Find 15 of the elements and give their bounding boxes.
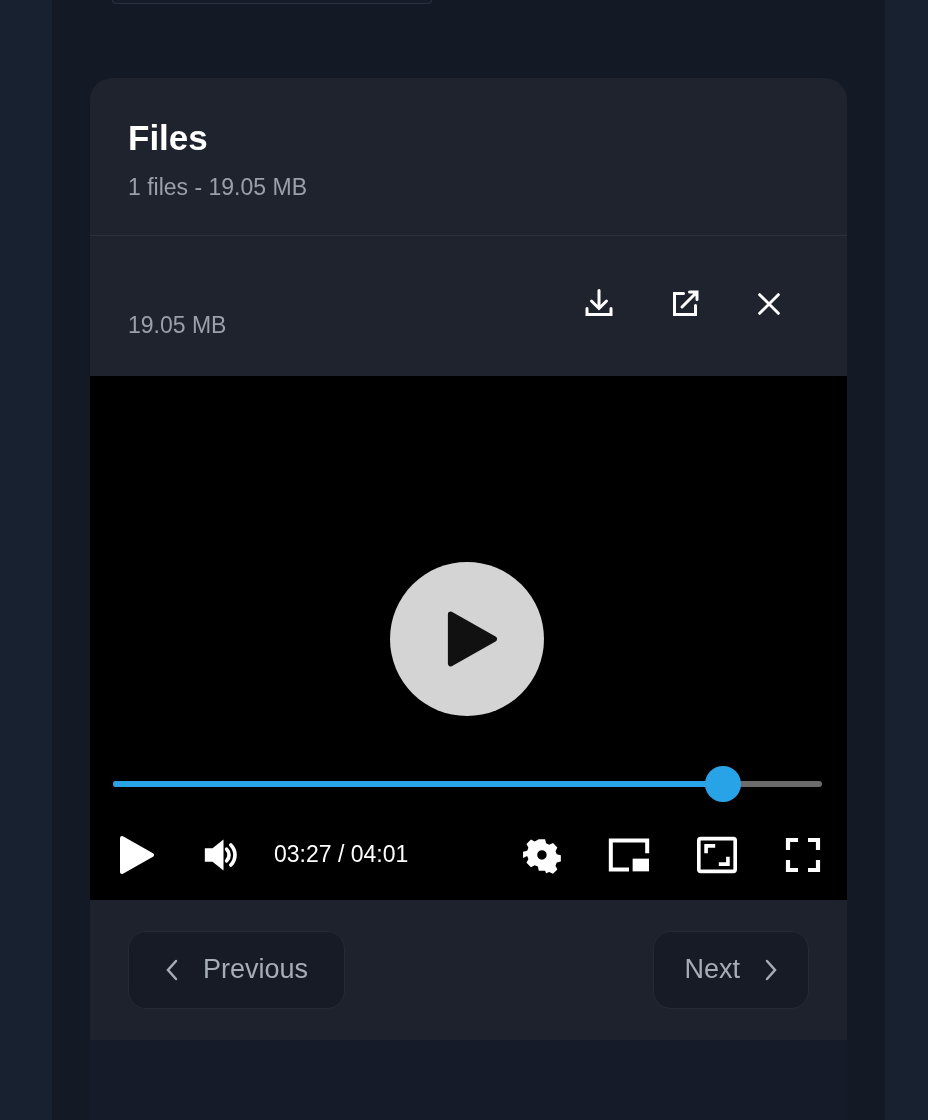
progress-slider[interactable] xyxy=(113,765,822,802)
panel-title: Files xyxy=(128,118,209,158)
time-display: 03:27 / 04:01 xyxy=(274,840,409,870)
theater-mode-icon xyxy=(695,834,739,875)
file-size: 19.05 MB xyxy=(128,311,227,341)
theater-mode-button[interactable] xyxy=(695,834,739,875)
previous-button[interactable]: Previous xyxy=(128,930,346,1009)
play-button[interactable] xyxy=(118,834,154,875)
next-button[interactable]: Next xyxy=(653,930,809,1009)
progress-thumb[interactable] xyxy=(704,765,741,802)
file-summary: 1 files - 19.05 MB xyxy=(128,173,308,202)
chevron-right-icon xyxy=(764,957,778,982)
play-icon xyxy=(445,609,497,668)
chevron-left-icon xyxy=(165,957,179,982)
play-icon xyxy=(118,834,154,875)
